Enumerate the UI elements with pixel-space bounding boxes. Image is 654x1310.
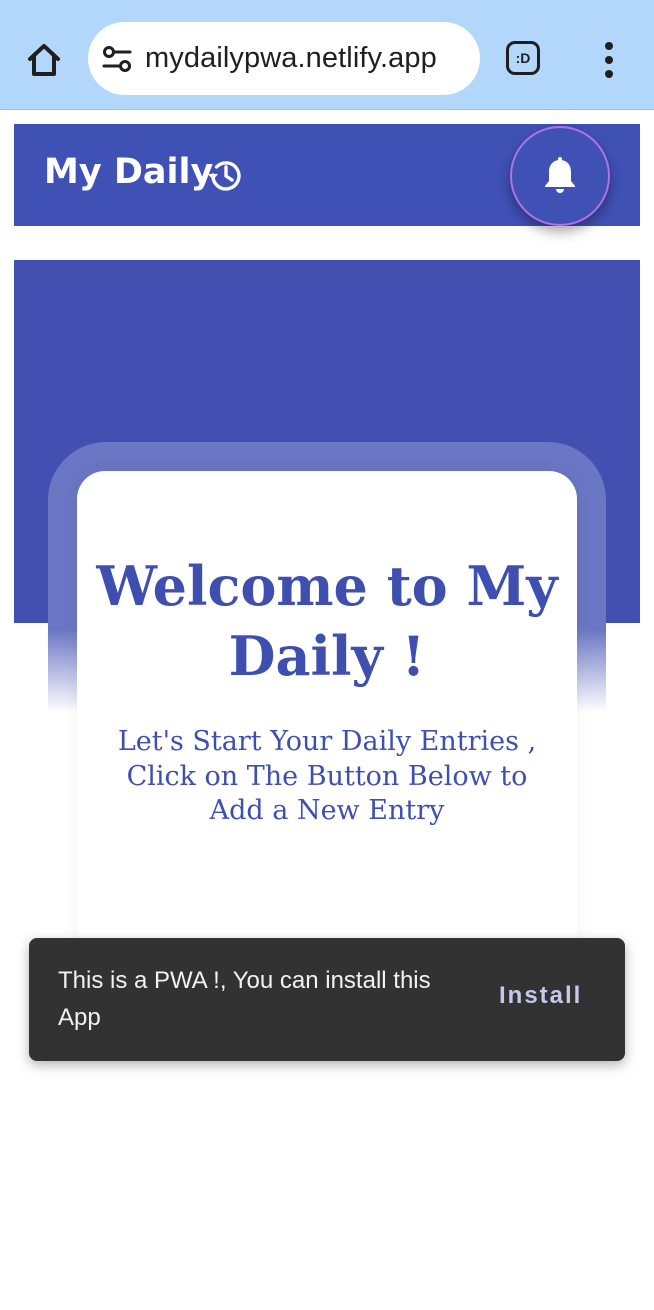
home-button[interactable] <box>22 38 66 82</box>
history-icon[interactable] <box>206 155 246 195</box>
notifications-button[interactable] <box>510 126 610 226</box>
app-title: My Daily <box>44 152 214 192</box>
install-snackbar: This is a PWA !, You can install this Ap… <box>29 938 625 1061</box>
tune-icon[interactable] <box>102 44 132 74</box>
welcome-card: Welcome to My Daily ! Let's Start Your D… <box>77 471 577 981</box>
address-bar[interactable]: mydailypwa.netlify.app <box>88 22 480 95</box>
url-text: mydailypwa.netlify.app <box>145 42 437 74</box>
tab-switcher-button[interactable]: :D <box>506 41 540 75</box>
snackbar-message: This is a PWA !, You can install this Ap… <box>58 967 431 1031</box>
bell-icon <box>545 157 575 193</box>
browser-toolbar: mydailypwa.netlify.app :D <box>0 0 654 110</box>
install-button[interactable]: Install <box>499 982 582 1010</box>
welcome-title: Welcome to My Daily ! <box>96 554 558 688</box>
home-icon <box>28 44 60 76</box>
app-bar: My Daily <box>14 124 640 226</box>
welcome-subtitle: Let's Start Your Daily Entries , Click o… <box>117 726 537 826</box>
more-vert-icon[interactable] <box>594 38 624 82</box>
